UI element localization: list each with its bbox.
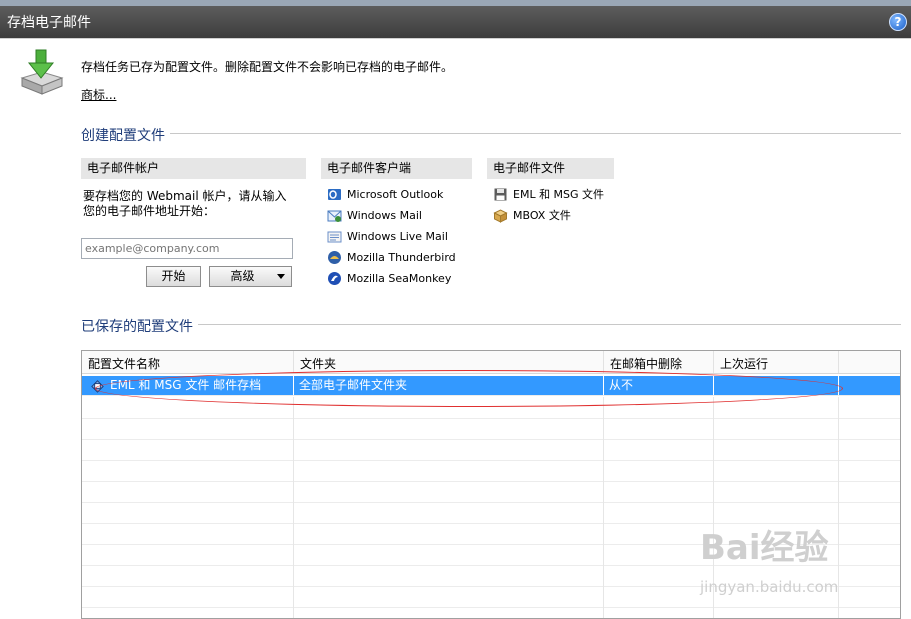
empty-cell	[294, 460, 604, 481]
cell-delete-in-mailbox: 从不	[604, 376, 714, 395]
start-button[interactable]: 开始	[146, 266, 201, 287]
windows-live-mail-icon	[327, 231, 342, 243]
empty-cell	[294, 586, 604, 607]
empty-cell	[714, 481, 839, 502]
saved-profiles-divider	[198, 324, 901, 325]
client-label: Windows Mail	[347, 209, 422, 222]
create-profile-divider	[170, 133, 901, 134]
empty-cell	[604, 481, 714, 502]
table-header: 配置文件名称 文件夹 在邮箱中删除 上次运行	[82, 351, 900, 374]
email-address-input[interactable]	[81, 238, 293, 259]
empty-cell	[82, 544, 294, 565]
empty-cell	[294, 523, 604, 544]
client-label: Windows Live Mail	[347, 230, 448, 243]
client-label: Mozilla Thunderbird	[347, 251, 456, 264]
empty-cell	[714, 460, 839, 481]
outlook-icon	[328, 189, 341, 200]
profile-icon	[91, 380, 104, 393]
empty-cell	[82, 397, 294, 418]
empty-cell	[294, 544, 604, 565]
empty-row	[82, 607, 900, 618]
help-icon[interactable]: ?	[889, 13, 907, 31]
client-label: Microsoft Outlook	[347, 188, 444, 201]
empty-cell	[714, 439, 839, 460]
empty-row	[82, 418, 900, 440]
watermark-logo: Bai经验	[700, 528, 829, 568]
empty-cell	[604, 523, 714, 544]
seamonkey-icon	[328, 272, 341, 285]
empty-cell	[294, 418, 604, 439]
cell-folder: 全部电子邮件文件夹	[294, 376, 604, 395]
floppy-disk-icon	[494, 188, 507, 201]
empty-row	[82, 439, 900, 461]
file-label: EML 和 MSG 文件	[513, 188, 605, 201]
empty-row	[82, 397, 900, 419]
file-label: MBOX 文件	[513, 209, 571, 222]
empty-cell	[82, 586, 294, 607]
create-profile-heading: 创建配置文件	[81, 128, 165, 144]
windows-mail-icon	[327, 210, 342, 222]
empty-cell	[714, 607, 839, 618]
column-header-folder[interactable]: 文件夹	[294, 351, 604, 373]
cell-last-run	[714, 376, 839, 395]
title-bar: 存档电子邮件 ?	[0, 0, 911, 38]
start-button-label: 开始	[161, 269, 186, 283]
empty-cell	[82, 439, 294, 460]
advanced-button-label: 高级	[230, 269, 255, 283]
empty-cell	[294, 502, 604, 523]
empty-cell	[604, 544, 714, 565]
table-row[interactable]: EML 和 MSG 文件 邮件存档 全部电子邮件文件夹 从不	[82, 376, 900, 396]
empty-cell	[294, 397, 604, 418]
empty-cell	[604, 418, 714, 439]
empty-cell	[294, 439, 604, 460]
empty-cell	[604, 586, 714, 607]
empty-cell	[82, 481, 294, 502]
empty-cell	[82, 460, 294, 481]
column-header-delete-in-mailbox[interactable]: 在邮箱中删除	[604, 351, 714, 373]
empty-cell	[294, 565, 604, 586]
empty-cell	[294, 481, 604, 502]
column-header-profile-name[interactable]: 配置文件名称	[82, 351, 294, 373]
empty-row	[82, 481, 900, 503]
column-header-last-run[interactable]: 上次运行	[714, 351, 839, 373]
advanced-button[interactable]: 高级	[209, 266, 292, 287]
thunderbird-icon	[328, 251, 341, 264]
cell-profile-name: EML 和 MSG 文件 邮件存档	[82, 376, 294, 395]
box-icon	[493, 209, 508, 223]
empty-cell	[714, 397, 839, 418]
email-files-header: 电子邮件文件	[487, 158, 614, 179]
empty-cell	[604, 439, 714, 460]
empty-cell	[82, 418, 294, 439]
watermark-url: jingyan.baidu.com	[700, 578, 839, 596]
empty-cell	[82, 502, 294, 523]
email-account-header: 电子邮件帐户	[81, 158, 306, 179]
empty-cell	[82, 523, 294, 544]
dropdown-caret-icon	[277, 274, 285, 279]
empty-row	[82, 460, 900, 482]
trademark-link[interactable]: 商标...	[81, 86, 116, 103]
empty-cell	[604, 397, 714, 418]
empty-cell	[604, 565, 714, 586]
empty-cell	[82, 565, 294, 586]
archive-download-icon	[20, 49, 64, 95]
intro-text: 存档任务已存为配置文件。删除配置文件不会影响已存档的电子邮件。	[81, 60, 454, 74]
client-label: Mozilla SeaMonkey	[347, 272, 452, 285]
empty-cell	[294, 607, 604, 618]
webmail-description: 要存档您的 Webmail 帐户，请从输入您的电子邮件地址开始：	[83, 189, 287, 218]
empty-cell	[604, 607, 714, 618]
profile-name-text: EML 和 MSG 文件 邮件存档	[110, 378, 262, 392]
window-title: 存档电子邮件	[7, 15, 91, 31]
empty-cell	[714, 418, 839, 439]
email-clients-header: 电子邮件客户端	[321, 158, 472, 179]
empty-cell	[604, 502, 714, 523]
title-divider	[0, 38, 911, 39]
saved-profiles-heading: 已保存的配置文件	[81, 319, 193, 335]
empty-cell	[82, 607, 294, 618]
empty-cell	[604, 460, 714, 481]
